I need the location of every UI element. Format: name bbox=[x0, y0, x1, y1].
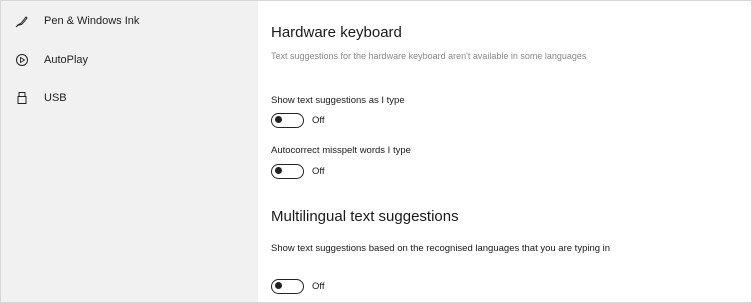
toggle-knob bbox=[275, 282, 282, 289]
sidebar-item-usb[interactable]: USB bbox=[1, 83, 258, 113]
sidebar-item-label: USB bbox=[44, 92, 67, 104]
autoplay-icon bbox=[15, 53, 29, 67]
multilingual-suggestions-toggle[interactable] bbox=[271, 278, 304, 294]
settings-window: Pen & Windows Ink AutoPlay USB Hardware … bbox=[0, 0, 752, 303]
sidebar-item-autoplay[interactable]: AutoPlay bbox=[1, 45, 258, 75]
sidebar-item-pen-windows-ink[interactable]: Pen & Windows Ink bbox=[1, 6, 258, 36]
show-suggestions-toggle[interactable] bbox=[271, 112, 304, 128]
section-heading-multilingual: Multilingual text suggestions bbox=[271, 208, 459, 225]
setting-label-multilingual-suggestions: Show text suggestions based on the recog… bbox=[271, 243, 611, 254]
toggle-knob bbox=[275, 167, 282, 174]
setting-label-show-suggestions: Show text suggestions as I type bbox=[271, 95, 405, 106]
section-heading-hardware-keyboard: Hardware keyboard bbox=[271, 24, 402, 41]
sidebar: Pen & Windows Ink AutoPlay USB bbox=[1, 1, 258, 302]
pen-icon bbox=[15, 14, 29, 28]
toggle-row-show-suggestions: Off bbox=[271, 112, 325, 128]
toggle-state-label: Off bbox=[312, 165, 325, 177]
autocorrect-toggle[interactable] bbox=[271, 163, 304, 179]
toggle-state-label: Off bbox=[312, 114, 325, 126]
section-description: Text suggestions for the hardware keyboa… bbox=[271, 51, 587, 61]
toggle-state-label: Off bbox=[312, 280, 325, 292]
toggle-row-autocorrect: Off bbox=[271, 163, 325, 179]
usb-icon bbox=[15, 91, 29, 105]
content-pane: Hardware keyboard Text suggestions for t… bbox=[258, 1, 751, 302]
setting-label-autocorrect: Autocorrect misspelt words I type bbox=[271, 145, 411, 156]
toggle-knob bbox=[275, 116, 282, 123]
toggle-row-multilingual: Off bbox=[271, 278, 325, 294]
sidebar-item-label: AutoPlay bbox=[44, 54, 89, 66]
sidebar-item-label: Pen & Windows Ink bbox=[44, 15, 140, 27]
